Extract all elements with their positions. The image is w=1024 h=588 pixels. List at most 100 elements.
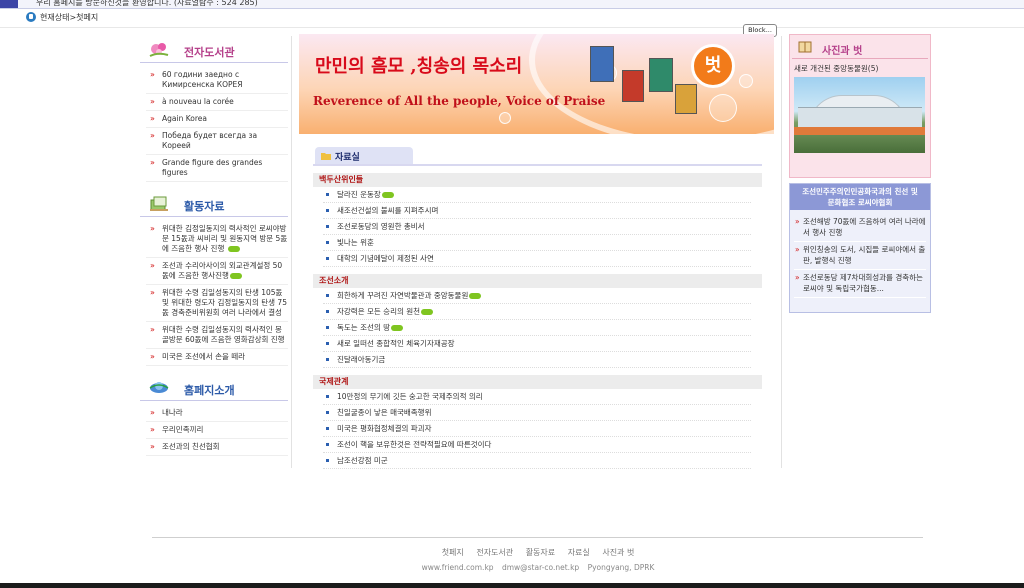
activity-item[interactable]: 조선과 수리아사이의 외교관계설정 50돐에 즈음한 행사진행 bbox=[146, 258, 288, 285]
top-bar-accent bbox=[0, 0, 18, 8]
activity-item[interactable]: 위대한 수령 김일성동지의 탄생 105돐 및 위대한 령도자 김정일동지의 탄… bbox=[146, 285, 288, 322]
library-item[interactable]: à nouveau la corée bbox=[146, 94, 288, 111]
footer-location: Pyongyang, DPRK bbox=[587, 563, 655, 572]
book-cover-image bbox=[622, 70, 644, 102]
new-badge-icon bbox=[227, 246, 240, 252]
documents-icon bbox=[150, 196, 168, 211]
breadcrumb-bar: 현재상태>첫페지 bbox=[0, 9, 1024, 28]
new-badge-icon bbox=[229, 273, 242, 279]
left-sidebar: 전자도서관 60 години заедно с Кимирсенска КОР… bbox=[140, 36, 288, 456]
column-divider bbox=[781, 36, 782, 468]
list-item[interactable]: 달라진 운동장 bbox=[323, 187, 751, 203]
list-item[interactable]: 조선로동당의 영원한 총비서 bbox=[323, 219, 751, 235]
list-item[interactable]: 조선이 핵을 보유한것은 전략적필요에 따른것이다 bbox=[323, 437, 751, 453]
association-item[interactable]: 조선해방 70돐에 즈음하여 여러 나라에서 행사 진행 bbox=[794, 214, 926, 242]
library-item[interactable]: 60 години заедно с Кимирсенска КОРЕЯ bbox=[146, 67, 288, 94]
bubble bbox=[739, 74, 753, 88]
footer-link-materials[interactable]: 자료실 bbox=[568, 548, 590, 557]
list-item[interactable]: 남조선강점 미군 bbox=[323, 453, 751, 469]
breadcrumb: 현재상태>첫페지 bbox=[40, 13, 99, 22]
new-badge-icon bbox=[391, 325, 404, 331]
association-section: 조선민주주의인민공화국과의 친선 및 문화협조 로씨야협회 조선해방 70돐에 … bbox=[789, 183, 931, 313]
footer-link-activities[interactable]: 활동자료 bbox=[526, 548, 555, 557]
activity-item[interactable]: 미국은 조선에서 손을 떼라 bbox=[146, 349, 288, 366]
banner-korean-title: 만민의 흠모 ,칭송의 목소리 bbox=[315, 56, 523, 77]
group-title[interactable]: 국제관계 bbox=[313, 375, 762, 389]
book-cover-image bbox=[590, 46, 614, 82]
list-item[interactable]: 미국은 평화협정체결의 파괴자 bbox=[323, 421, 751, 437]
homepages-section-header: 홈페지소개 bbox=[140, 374, 288, 401]
homepages-list: 내나라 우리민족끼리 조선과의 친선협회 bbox=[140, 405, 288, 456]
flower-icon bbox=[149, 43, 169, 57]
tab-materials[interactable]: 자료실 bbox=[315, 147, 413, 164]
homepage-item[interactable]: 우리민족끼리 bbox=[146, 422, 288, 439]
footer-nav: 첫페지 전자도서관 활동자료 자료실 사진과 벗 bbox=[0, 547, 1024, 558]
list-item[interactable]: 희한하게 꾸려진 자연박물관과 중앙동물원 bbox=[323, 288, 751, 304]
association-item[interactable]: 위인칭송의 도서, 시집들 로씨야에서 출판, 발행식 진행 bbox=[794, 242, 926, 270]
zoo-photo[interactable] bbox=[794, 77, 925, 153]
home-icon[interactable] bbox=[26, 12, 36, 22]
visit-counter-text: 우리 홈페지를 방문하신것을 환영합니다. (자료열람수 : 524 285) bbox=[36, 0, 258, 7]
book-cover-image bbox=[649, 58, 673, 92]
new-badge-icon bbox=[421, 309, 434, 315]
homepage-item[interactable]: 조선과의 친선협회 bbox=[146, 439, 288, 456]
new-badge-icon bbox=[381, 192, 394, 198]
list-item[interactable]: 진달래아동기금 bbox=[323, 352, 751, 368]
footer-link-photos[interactable]: 사진과 벗 bbox=[602, 548, 634, 557]
photo-book-icon bbox=[798, 41, 812, 53]
materials-panel: 자료실 백두산위인들 달라진 운동장 새조선건설의 불씨를 지펴주시며 조선로동… bbox=[313, 147, 762, 469]
library-item[interactable]: Победа будет всегда за Кореей bbox=[146, 128, 288, 155]
homepages-title: 홈페지소개 bbox=[184, 384, 235, 397]
footer-divider bbox=[152, 537, 923, 538]
activity-item[interactable]: 위대한 김정일동지의 력사적인 로씨야방문 15돐과 씨비리 및 원동지역 방문… bbox=[146, 221, 288, 258]
photo-section: 사진과 벗 새로 개건된 중앙동물원(5) bbox=[789, 34, 931, 178]
seal-badge: 벗 bbox=[691, 44, 735, 88]
materials-tabbar: 자료실 bbox=[313, 147, 762, 166]
library-list: 60 години заедно с Кимирсенска КОРЕЯ à n… bbox=[140, 67, 288, 182]
bubble bbox=[709, 94, 737, 122]
taskbar-strip bbox=[0, 583, 1024, 588]
library-title: 전자도서관 bbox=[184, 46, 235, 59]
library-item[interactable]: Again Korea bbox=[146, 111, 288, 128]
globe-icon bbox=[149, 382, 169, 393]
new-badge-icon bbox=[469, 293, 482, 299]
folder-icon bbox=[321, 153, 331, 160]
group-title[interactable]: 조선소개 bbox=[313, 274, 762, 288]
association-item[interactable]: 조선로동당 제7차대회성과를 경축하는 로씨야 및 독립국가협동... bbox=[794, 270, 926, 298]
list-item[interactable]: 대학의 기념메달이 제정된 사연 bbox=[323, 251, 751, 267]
tab-materials-label: 자료실 bbox=[335, 153, 360, 163]
greenhouse-base bbox=[794, 127, 925, 135]
footer-link-library[interactable]: 전자도서관 bbox=[476, 548, 513, 557]
list-item[interactable]: 새조선건설의 불씨를 지펴주시며 bbox=[323, 203, 751, 219]
list-item[interactable]: 새로 일떠선 종합적인 체육기자재공장 bbox=[323, 336, 751, 352]
list-item[interactable]: 빛나는 위훈 bbox=[323, 235, 751, 251]
group-title[interactable]: 백두산위인들 bbox=[313, 173, 762, 187]
book-cover-image bbox=[675, 84, 697, 114]
activities-list: 위대한 김정일동지의 력사적인 로씨야방문 15돐과 씨비리 및 원동지역 방문… bbox=[140, 221, 288, 366]
library-section-header: 전자도서관 bbox=[140, 36, 288, 63]
homepage-item[interactable]: 내나라 bbox=[146, 405, 288, 422]
list-item[interactable]: 자강력은 모든 승리의 원천 bbox=[323, 304, 751, 320]
top-bar: 우리 홈페지를 방문하신것을 환영합니다. (자료열람수 : 524 285) bbox=[0, 0, 1024, 9]
group-list: 달라진 운동장 새조선건설의 불씨를 지펴주시며 조선로동당의 영원한 총비서 … bbox=[313, 187, 762, 267]
photo-title: 사진과 벗 bbox=[822, 46, 863, 57]
group-list: 희한하게 꾸려진 자연박물관과 중앙동물원 자강력은 모든 승리의 원천 독도는… bbox=[313, 288, 762, 368]
bubble bbox=[499, 112, 511, 124]
activities-title: 활동자료 bbox=[184, 200, 225, 213]
footer-info: www.friend.com.kp dmw@star-co.net.kp Pyo… bbox=[0, 563, 1024, 572]
main-banner[interactable]: 벗 만민의 흠모 ,칭송의 목소리 Reverence of All the p… bbox=[299, 34, 774, 134]
activity-item[interactable]: 위대한 수령 김일성동지의 력사적인 몽골방문 60돐에 즈음한 영화감상회 진… bbox=[146, 322, 288, 349]
column-divider bbox=[291, 36, 292, 468]
footer-link-home[interactable]: 첫페지 bbox=[442, 548, 464, 557]
activities-section-header: 활동자료 bbox=[140, 190, 288, 217]
list-item[interactable]: 친일굴종이 낳은 매국배족행위 bbox=[323, 405, 751, 421]
list-item[interactable]: 10만정의 무기에 깃든 숭고한 국제주의적 의리 bbox=[323, 389, 751, 405]
footer-site[interactable]: www.friend.com.kp bbox=[422, 563, 494, 572]
list-item[interactable]: 독도는 조선의 땅 bbox=[323, 320, 751, 336]
library-item[interactable]: Grande figure des grandes figures bbox=[146, 155, 288, 182]
group-list: 10만정의 무기에 깃든 숭고한 국제주의적 의리 친일굴종이 낳은 매국배족행… bbox=[313, 389, 762, 469]
association-title[interactable]: 조선민주주의인민공화국과의 친선 및 문화협조 로씨야협회 bbox=[790, 184, 930, 210]
photo-caption[interactable]: 새로 개건된 중앙동물원(5) bbox=[794, 63, 878, 74]
association-list: 조선해방 70돐에 즈음하여 여러 나라에서 행사 진행 위인칭송의 도서, 시… bbox=[790, 210, 930, 298]
footer-email[interactable]: dmw@star-co.net.kp bbox=[502, 563, 579, 572]
